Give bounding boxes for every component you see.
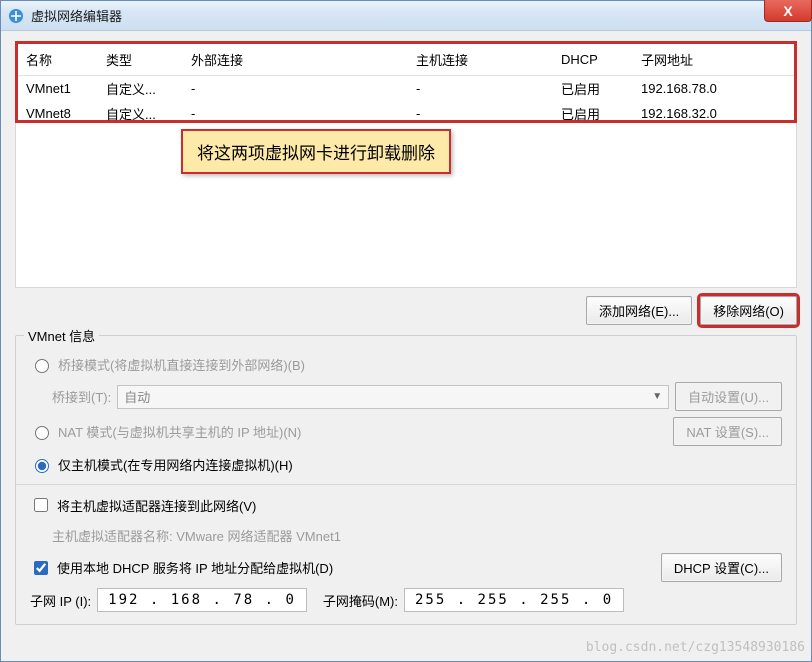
subnet-ip-label: 子网 IP (I): — [30, 591, 91, 610]
bridge-to-value: 自动 — [124, 387, 150, 406]
bridge-to-select[interactable]: 自动 ▼ — [117, 385, 669, 409]
hostonly-mode-row: 仅主机模式(在专用网络内连接虚拟机)(H) — [30, 452, 782, 476]
watermark: blog.csdn.net/czg13548930186 — [586, 640, 805, 655]
adapter-name-row: 主机虚拟适配器名称: VMware 网络适配器 VMnet1 — [52, 523, 782, 547]
annotation-callout: 将这两项虚拟网卡进行卸载删除 — [181, 129, 451, 174]
add-network-button[interactable]: 添加网络(E)... — [586, 296, 692, 325]
vmnet-info-legend: VMnet 信息 — [24, 326, 99, 345]
table-row[interactable]: VMnet1 自定义... - - 已启用 192.168.78.0 — [18, 76, 794, 102]
cell-type: 自定义... — [98, 76, 183, 102]
bridge-to-row: 桥接到(T): 自动 ▼ 自动设置(U)... — [52, 382, 782, 411]
col-dhcp[interactable]: DHCP — [553, 44, 633, 76]
cell-ext: - — [183, 76, 408, 102]
cell-dhcp: 已启用 — [553, 76, 633, 102]
col-ext[interactable]: 外部连接 — [183, 44, 408, 76]
subnet-mask-label: 子网掩码(M): — [323, 591, 398, 610]
connect-adapter-row: 将主机虚拟适配器连接到此网络(V) — [30, 493, 782, 517]
col-type[interactable]: 类型 — [98, 44, 183, 76]
app-icon — [7, 7, 25, 25]
use-dhcp-row: 使用本地 DHCP 服务将 IP 地址分配给虚拟机(D) DHCP 设置(C).… — [30, 553, 782, 582]
hostonly-mode-radio[interactable] — [35, 459, 49, 473]
remove-network-button[interactable]: 移除网络(O) — [700, 296, 797, 325]
close-button[interactable]: X — [764, 0, 812, 22]
nat-mode-radio[interactable] — [35, 426, 49, 440]
network-table[interactable]: 名称 类型 外部连接 主机连接 DHCP 子网地址 VMnet1 自定义... … — [18, 44, 794, 126]
cell-subnet: 192.168.78.0 — [633, 76, 794, 102]
separator — [16, 484, 796, 485]
subnet-row: 子网 IP (I): 192 . 168 . 78 . 0 子网掩码(M): 2… — [30, 588, 782, 612]
nat-settings-button[interactable]: NAT 设置(S)... — [673, 417, 782, 446]
nat-mode-label: NAT 模式(与虚拟机共享主机的 IP 地址)(N) — [58, 422, 301, 441]
cell-host: - — [408, 76, 553, 102]
titlebar: 虚拟网络编辑器 X — [1, 1, 811, 31]
virtual-network-editor-window: 虚拟网络编辑器 X 名称 类型 外部连接 主机连接 DHCP 子 — [0, 0, 812, 662]
connect-adapter-checkbox[interactable] — [34, 498, 48, 512]
bridge-mode-radio[interactable] — [35, 359, 49, 373]
use-dhcp-checkbox[interactable] — [34, 561, 48, 575]
cell-name: VMnet1 — [18, 76, 98, 102]
col-name[interactable]: 名称 — [18, 44, 98, 76]
bridge-to-label: 桥接到(T): — [52, 387, 111, 406]
bridge-mode-label: 桥接模式(将虚拟机直接连接到外部网络)(B) — [58, 355, 305, 374]
window-title: 虚拟网络编辑器 — [31, 6, 122, 25]
auto-settings-button[interactable]: 自动设置(U)... — [675, 382, 782, 411]
use-dhcp-label: 使用本地 DHCP 服务将 IP 地址分配给虚拟机(D) — [57, 558, 333, 577]
nat-mode-row: NAT 模式(与虚拟机共享主机的 IP 地址)(N) NAT 设置(S)... — [30, 417, 782, 446]
vmnet-info-group: VMnet 信息 桥接模式(将虚拟机直接连接到外部网络)(B) 桥接到(T): … — [15, 335, 797, 625]
content-area: 名称 类型 外部连接 主机连接 DHCP 子网地址 VMnet1 自定义... … — [1, 31, 811, 629]
connect-adapter-label: 将主机虚拟适配器连接到此网络(V) — [57, 496, 256, 515]
hostonly-mode-label: 仅主机模式(在专用网络内连接虚拟机)(H) — [58, 455, 293, 474]
dhcp-settings-button[interactable]: DHCP 设置(C)... — [661, 553, 782, 582]
close-icon: X — [783, 3, 792, 19]
subnet-ip-input[interactable]: 192 . 168 . 78 . 0 — [97, 588, 307, 612]
col-host[interactable]: 主机连接 — [408, 44, 553, 76]
table-header-row: 名称 类型 外部连接 主机连接 DHCP 子网地址 — [18, 44, 794, 76]
network-buttons-row: 添加网络(E)... 移除网络(O) — [15, 288, 797, 331]
chevron-down-icon: ▼ — [652, 391, 662, 402]
col-subnet[interactable]: 子网地址 — [633, 44, 794, 76]
subnet-mask-input[interactable]: 255 . 255 . 255 . 0 — [404, 588, 624, 612]
bridge-mode-row: 桥接模式(将虚拟机直接连接到外部网络)(B) — [30, 352, 782, 376]
network-table-highlight: 名称 类型 外部连接 主机连接 DHCP 子网地址 VMnet1 自定义... … — [15, 41, 797, 123]
adapter-name-label: 主机虚拟适配器名称: VMware 网络适配器 VMnet1 — [52, 526, 341, 545]
